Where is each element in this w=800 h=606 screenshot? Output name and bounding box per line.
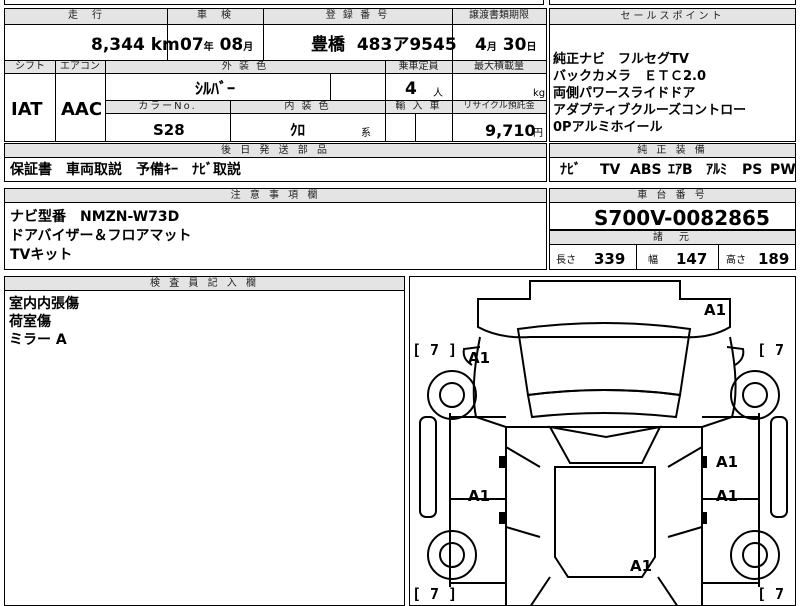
shaken-label: 車 検 xyxy=(197,10,233,21)
capacity-label: 乗車定員 xyxy=(398,61,439,72)
exterior-label: 外 装 色 xyxy=(221,61,269,72)
recycle-label: リサイクル預託金 xyxy=(463,101,535,111)
car-outline-svg xyxy=(419,280,788,605)
sales-point-line: アダプティブクルーズコントロー xyxy=(553,103,747,118)
sales-point-line: 0Pアルミホイール xyxy=(553,120,663,135)
equipment-item-navi: ﾅﾋﾞ xyxy=(560,162,581,178)
sales-point-line: バックカメラ ＥＴＣ2.0 xyxy=(553,69,707,84)
height-label: 高さ xyxy=(726,255,746,266)
maxload-unit: kg xyxy=(533,88,546,99)
color-no-label: カラーNo. xyxy=(138,101,197,112)
inspector-header: 検 査 員 記 入 欄 xyxy=(5,277,404,291)
later-parts-header: 後 日 発 送 部 品 xyxy=(5,144,546,158)
import-label: 輸 入 車 xyxy=(395,101,442,112)
top-cutoff-right xyxy=(549,0,796,5)
vehicle-info-table: 走 行 車 検 登 録 番 号 譲渡書類期限 8,344 km 07年 08月 … xyxy=(4,8,547,142)
interior-value: ｸﾛ xyxy=(290,121,306,139)
notes-line: ドアバイザー＆フロアマット xyxy=(10,228,192,244)
mileage-label: 走 行 xyxy=(68,10,104,21)
exterior-value: ｼﾙﾊﾞｰ xyxy=(195,79,236,98)
equipment-item-ps: PS xyxy=(742,162,763,178)
shift-value: IAT xyxy=(11,99,43,120)
equipment-header: 純 正 装 備 xyxy=(550,144,795,158)
capacity-unit: 人 xyxy=(433,88,443,99)
car-damage-diagram: [ 7 ] [ 7 ] [ 7 ] [ 7 ] A1 A1 A1 A1 A1 A… xyxy=(409,276,796,606)
mark-a1-front-left-fender: A1 xyxy=(468,349,491,367)
maxload-label: 最大積載量 xyxy=(474,61,524,72)
plate-value: 豊橋 483ア9545 xyxy=(311,35,457,55)
equipment-item-abs: ABS xyxy=(630,162,662,178)
mark-a1-rear: A1 xyxy=(630,557,653,575)
sales-point-line: 純正ナビ フルセグTV xyxy=(553,52,689,67)
color-no-value: S28 xyxy=(153,121,185,139)
equipment-item-tv: TV xyxy=(600,162,621,178)
sales-points-header: セールスポイント xyxy=(550,9,795,25)
shaken-value: 07年 08月 xyxy=(180,35,254,55)
sales-points-box: セールスポイント 純正ナビ フルセグTV バックカメラ ＥＴＣ2.0 両側パワー… xyxy=(549,8,796,142)
sales-point-line: 両側パワースライドドア xyxy=(553,86,696,101)
inspector-line: ミラー A xyxy=(9,332,67,348)
capacity-value: 4 xyxy=(405,79,417,99)
mark-7-front-right: [ 7 ] xyxy=(757,341,795,359)
mark-7-front-left: [ 7 ] xyxy=(412,341,458,359)
equipment-box: 純 正 装 備 ﾅﾋﾞ TV ABS ｴｱB ｱﾙﾐ PS PW xyxy=(549,143,796,182)
chassis-box: 車 台 番 号 S700V-0082865 xyxy=(549,188,796,230)
mark-a1-right-rear-door: A1 xyxy=(716,487,739,505)
aircon-label: エアコン xyxy=(60,61,100,72)
notes-box: 注 意 事 項 欄 ナビ型番 NMZN-W73D ドアバイザー＆フロアマット T… xyxy=(4,188,547,270)
mark-a1-front-bumper: A1 xyxy=(704,301,727,319)
length-value: 339 xyxy=(594,250,626,268)
interior-suffix: 系 xyxy=(361,128,371,139)
chassis-header: 車 台 番 号 xyxy=(550,189,795,203)
width-value: 147 xyxy=(676,250,708,268)
width-label: 幅 xyxy=(648,255,658,266)
interior-label: 内 装 色 xyxy=(284,101,331,112)
plate-label: 登 録 番 号 xyxy=(325,10,390,21)
chassis-number: S700V-0082865 xyxy=(594,206,770,230)
inspector-line: 室内内張傷 xyxy=(9,296,79,312)
dims-header: 諸 元 xyxy=(550,231,795,245)
mark-a1-left-rear-door: A1 xyxy=(468,487,491,505)
length-label: 長さ xyxy=(556,255,576,266)
dimensions-box: 諸 元 長さ 339 幅 147 高さ 189 xyxy=(549,230,796,270)
height-value: 189 xyxy=(758,250,790,268)
recycle-unit: 円 xyxy=(533,128,543,139)
equipment-item-pw: PW xyxy=(770,162,796,178)
mark-a1-right-front-door: A1 xyxy=(716,453,739,471)
top-cutoff-row xyxy=(4,0,544,5)
equipment-item-airbag: ｴｱB xyxy=(668,162,693,178)
aircon-value: AAC xyxy=(61,99,103,120)
later-parts-box: 後 日 発 送 部 品 保証書 車両取説 予備ｷｰ ﾅﾋﾞ取説 xyxy=(4,143,547,182)
inspector-box: 検 査 員 記 入 欄 室内内張傷 荷室傷 ミラー A xyxy=(4,276,405,606)
shift-label: シフト xyxy=(15,61,45,72)
transfer-label: 譲渡書類期限 xyxy=(469,10,529,21)
notes-line: TVキット xyxy=(10,247,73,263)
transfer-deadline: 4月 30日 xyxy=(475,35,537,55)
equipment-item-alumi: ｱﾙﾐ xyxy=(706,162,727,178)
inspector-line: 荷室傷 xyxy=(9,314,51,330)
notes-header: 注 意 事 項 欄 xyxy=(5,189,546,203)
notes-line: ナビ型番 NMZN-W73D xyxy=(10,209,180,225)
later-parts-text: 保証書 車両取説 予備ｷｰ ﾅﾋﾞ取説 xyxy=(10,162,241,178)
recycle-value: 9,710 xyxy=(485,121,536,140)
